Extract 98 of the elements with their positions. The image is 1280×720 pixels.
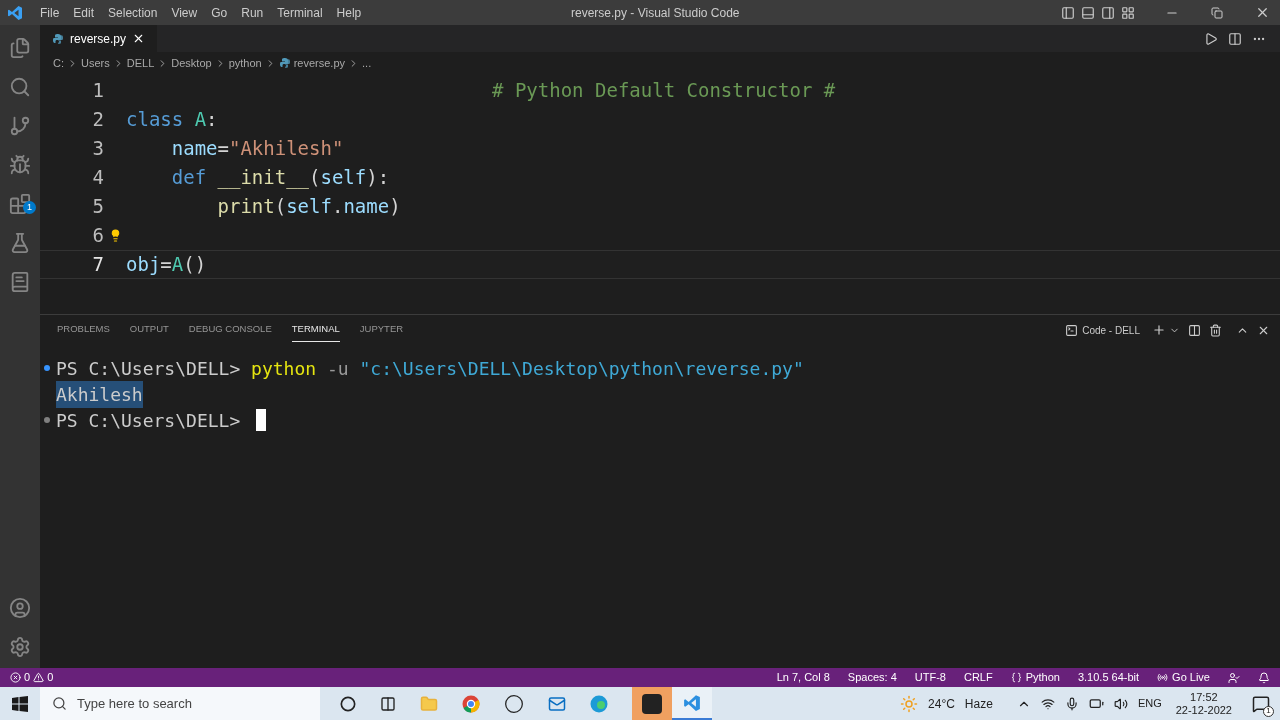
task-view-icon[interactable] bbox=[380, 695, 396, 712]
toggle-sidebar-icon[interactable] bbox=[1061, 5, 1075, 20]
menu-item[interactable]: Help bbox=[329, 3, 369, 22]
command-decoration-icon[interactable] bbox=[44, 417, 50, 423]
line-number: 1 bbox=[91, 78, 104, 104]
menu-item[interactable]: File bbox=[33, 3, 67, 22]
panel-tab[interactable]: JUPYTER bbox=[359, 318, 404, 342]
breadcrumb-item[interactable]: python bbox=[228, 54, 262, 72]
broadcast-icon bbox=[1157, 672, 1169, 683]
breadcrumb-item[interactable]: reverse.py bbox=[293, 54, 345, 72]
status-item[interactable]: Ln 7, Col 8 bbox=[776, 669, 830, 686]
breadcrumb-item[interactable]: Desktop bbox=[171, 54, 212, 72]
source-control-icon[interactable] bbox=[9, 115, 31, 137]
panel-tab[interactable]: PROBLEMS bbox=[57, 318, 110, 342]
language-indicator[interactable]: ENG bbox=[1137, 695, 1162, 712]
toggle-panel-icon[interactable] bbox=[1081, 5, 1095, 20]
weather-condition[interactable]: Haze bbox=[964, 694, 993, 713]
menu-item[interactable]: View bbox=[164, 3, 205, 22]
network-icon[interactable] bbox=[1040, 696, 1055, 711]
terminal-output: Akhilesh bbox=[56, 380, 143, 408]
new-terminal-icon[interactable] bbox=[1152, 323, 1166, 337]
notifications-icon[interactable] bbox=[1258, 671, 1270, 684]
status-item[interactable]: Python bbox=[1025, 669, 1060, 686]
notification-count: 1 bbox=[1263, 705, 1274, 717]
status-item[interactable]: 3.10.5 64-bit bbox=[1077, 669, 1140, 686]
terminal-icon bbox=[1065, 323, 1079, 337]
extensions-icon[interactable] bbox=[9, 193, 31, 215]
accounts-icon[interactable] bbox=[9, 597, 31, 619]
split-editor-icon[interactable] bbox=[1228, 31, 1242, 46]
toggle-secondary-sidebar-icon[interactable] bbox=[1101, 5, 1115, 20]
notebook-icon[interactable] bbox=[9, 271, 31, 293]
code-line: name="Akhilesh" bbox=[170, 136, 344, 162]
run-debug-icon[interactable] bbox=[9, 154, 31, 176]
app-logo-icon bbox=[7, 4, 23, 21]
code-line: def __init__(self): bbox=[170, 165, 390, 191]
close-icon[interactable] bbox=[1255, 5, 1270, 20]
microphone-icon[interactable] bbox=[1064, 696, 1079, 711]
problems-status[interactable]: 0 0 bbox=[10, 669, 54, 686]
braces-icon bbox=[1010, 672, 1022, 683]
mail-icon[interactable] bbox=[548, 694, 566, 713]
menu-item[interactable]: Go bbox=[204, 3, 235, 22]
command-decoration-icon[interactable] bbox=[44, 365, 50, 371]
line-number: 7 bbox=[91, 252, 104, 278]
clock-date[interactable]: 22-12-2022 bbox=[1175, 703, 1232, 717]
line-number: 5 bbox=[91, 194, 104, 220]
status-item[interactable]: CRLF bbox=[963, 669, 993, 686]
code-line: class A: bbox=[126, 107, 218, 133]
line-number: 3 bbox=[91, 136, 104, 162]
start-icon[interactable] bbox=[12, 695, 28, 712]
customize-layout-icon[interactable] bbox=[1121, 5, 1135, 20]
temperature[interactable]: 24°C bbox=[928, 694, 955, 713]
status-item[interactable]: Go Live bbox=[1172, 669, 1210, 686]
breadcrumb-item[interactable]: C: bbox=[53, 54, 64, 72]
window-title: reverse.py - Visual Studio Code bbox=[571, 4, 740, 22]
menu-item[interactable]: Edit bbox=[66, 3, 102, 22]
line-number: 6 bbox=[91, 223, 104, 249]
editor-tab[interactable]: reverse.py bbox=[40, 25, 158, 52]
warning-icon bbox=[33, 672, 45, 683]
search-icon[interactable] bbox=[9, 76, 31, 98]
restore-icon[interactable] bbox=[1211, 6, 1223, 19]
panel-tab[interactable]: OUTPUT bbox=[129, 318, 169, 342]
python-file-icon bbox=[278, 57, 291, 69]
extensions-badge: 1 bbox=[23, 201, 36, 214]
split-terminal-icon[interactable] bbox=[1188, 323, 1201, 337]
status-item[interactable]: Spaces: 4 bbox=[847, 669, 897, 686]
error-icon bbox=[10, 672, 21, 683]
vscode-taskbar-icon[interactable] bbox=[672, 687, 712, 720]
clock-time[interactable]: 17:52 bbox=[1190, 690, 1218, 704]
python-file-icon bbox=[52, 32, 64, 45]
panel-tab[interactable]: TERMINAL bbox=[291, 318, 340, 342]
status-item[interactable]: UTF-8 bbox=[914, 669, 946, 686]
code-line: # Python Default Constructor # bbox=[491, 78, 836, 104]
settings-icon[interactable] bbox=[9, 636, 31, 658]
feedback-icon[interactable] bbox=[1228, 671, 1240, 684]
code-line: obj=A() bbox=[126, 252, 207, 278]
menu-item[interactable]: Run bbox=[234, 3, 271, 22]
breadcrumb-item[interactable]: Users bbox=[81, 54, 110, 72]
volume-icon[interactable] bbox=[1113, 696, 1128, 711]
battery-icon[interactable] bbox=[1088, 696, 1104, 711]
breadcrumb-item[interactable]: DELL bbox=[126, 54, 155, 72]
terminal-prompt: PS C:\Users\DELL> bbox=[56, 408, 241, 433]
search-icon bbox=[52, 696, 67, 711]
code-line: print(self.name) bbox=[216, 194, 401, 220]
line-number: 4 bbox=[91, 165, 104, 191]
terminal-profile[interactable]: Code - DELL bbox=[1082, 322, 1140, 338]
taskbar-search-field[interactable]: Type here to search bbox=[40, 687, 320, 720]
browser-icon[interactable] bbox=[462, 694, 480, 713]
trash-icon[interactable] bbox=[1209, 323, 1222, 337]
menu-item[interactable]: Selection bbox=[101, 3, 165, 22]
testing-icon[interactable] bbox=[9, 232, 31, 254]
breadcrumb-item[interactable]: ... bbox=[362, 54, 372, 72]
line-number: 2 bbox=[91, 107, 104, 133]
menu-item[interactable]: Terminal bbox=[270, 3, 330, 22]
panel-tab[interactable]: DEBUG CONSOLE bbox=[188, 318, 272, 342]
explorer-icon[interactable] bbox=[9, 37, 31, 59]
action-center-icon[interactable] bbox=[1252, 694, 1270, 713]
terminal-command: PS C:\Users\DELL> python -u "c:\Users\DELL\Desktop\python\reverse.py" bbox=[56, 356, 804, 381]
run-icon[interactable] bbox=[1204, 31, 1218, 46]
